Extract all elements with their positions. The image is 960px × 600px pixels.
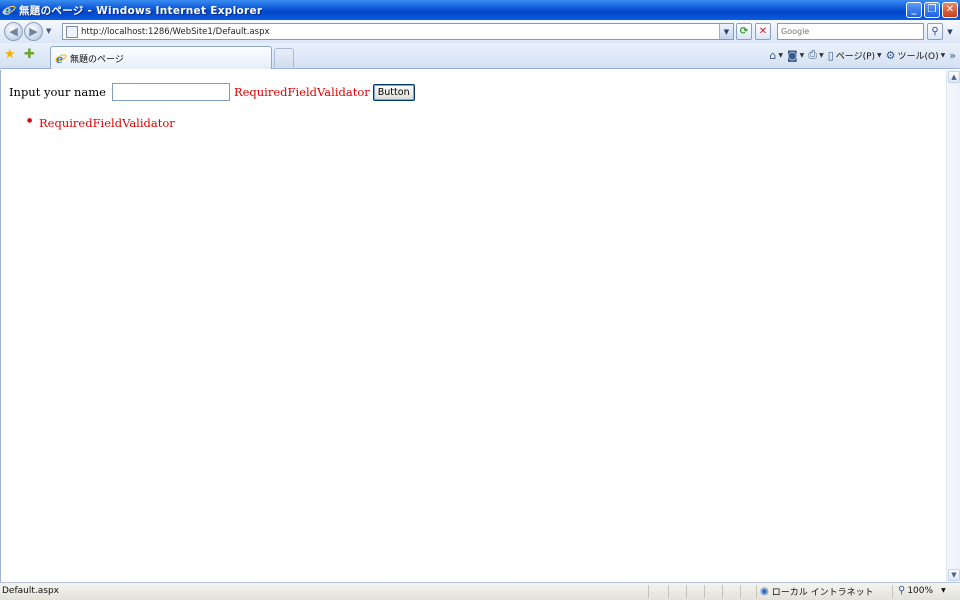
home-icon: ⌂ — [769, 48, 777, 62]
status-bar: Default.aspx ◉ ローカル イントラネット ⚲ 100% ▼ — [0, 582, 960, 600]
forward-arrow-icon: ▶ — [29, 25, 38, 38]
rss-feed-icon: ◙ — [786, 48, 798, 62]
tools-menu-button[interactable]: ⚙ ツール(O) ▼ — [886, 49, 946, 62]
page-icon — [66, 25, 78, 38]
refresh-button[interactable]: ⟳ — [736, 23, 752, 40]
tab-bar: ★ ✚ e 無題のページ ⌂ ▼ ◙ ▼ ⎙ ▼ ▯ ページ(P) ▼ ⚙ ツール(O… — [0, 43, 960, 69]
back-button[interactable]: ◀ — [4, 22, 23, 41]
minimize-button[interactable]: _ — [906, 2, 922, 18]
back-arrow-icon: ◀ — [9, 25, 18, 38]
refresh-icon: ⟳ — [739, 26, 749, 37]
security-zone-label: ローカル イントラネット — [771, 588, 874, 598]
chevron-down-icon: ▼ — [941, 587, 946, 594]
favorites-star-icon[interactable]: ★ — [4, 47, 16, 62]
security-zone[interactable]: ◉ ローカル イントラネット — [760, 585, 874, 598]
vertical-scrollbar[interactable]: ▲ ▼ — [946, 70, 960, 582]
chevron-up-icon: ▲ — [951, 73, 957, 81]
tools-menu-label: ツール(O) — [897, 51, 939, 62]
submit-button[interactable]: Button — [372, 83, 415, 101]
validation-summary: RequiredFieldValidator — [27, 116, 175, 130]
search-button[interactable]: ⚲ — [927, 23, 943, 40]
required-field-validator: RequiredFieldValidator — [233, 85, 370, 99]
printer-icon: ⎙ — [808, 48, 818, 61]
scroll-down-button[interactable]: ▼ — [948, 569, 960, 581]
chevron-down-icon: ▼ — [723, 27, 730, 36]
gear-icon: ⚙ — [885, 48, 896, 62]
search-options-dropdown[interactable]: ▼ — [944, 23, 956, 40]
status-divider — [648, 585, 649, 598]
name-label: Input your name — [9, 85, 106, 99]
status-divider — [668, 585, 669, 598]
chevron-down-icon: ▼ — [778, 51, 783, 59]
status-divider — [740, 585, 741, 598]
more-commands-button[interactable]: » — [949, 49, 956, 62]
svg-text:e: e — [56, 53, 63, 64]
print-button[interactable]: ⎙ ▼ — [808, 48, 823, 62]
window-title: 無題のページ - Windows Internet Explorer — [19, 4, 263, 17]
name-input[interactable] — [111, 83, 230, 101]
add-favorite-icon[interactable]: ✚ — [24, 47, 35, 62]
status-text: Default.aspx — [2, 586, 59, 596]
validation-summary-item: RequiredFieldValidator — [27, 116, 175, 130]
chevron-down-icon: ▼ — [799, 51, 805, 59]
close-button[interactable]: ✕ — [942, 2, 958, 18]
name-form: Input your name RequiredFieldValidator B… — [9, 83, 415, 101]
new-tab-button[interactable] — [274, 48, 294, 67]
chevron-double-right-icon: » — [949, 48, 956, 62]
status-divider — [756, 585, 757, 598]
status-divider — [704, 585, 705, 598]
scroll-up-button[interactable]: ▲ — [948, 71, 960, 83]
address-url[interactable]: http://localhost:1286/WebSite1/Default.a… — [81, 27, 270, 37]
tab-untitled-page[interactable]: e 無題のページ — [50, 46, 272, 69]
chevron-down-icon: ▼ — [951, 571, 957, 579]
status-divider — [892, 585, 893, 598]
page-menu-button[interactable]: ▯ ページ(P) ▼ — [828, 49, 882, 62]
address-dropdown-button[interactable]: ▼ — [719, 24, 733, 39]
zoom-level: 100% — [907, 585, 934, 596]
zoom-control[interactable]: ⚲ 100% ▼ — [898, 585, 946, 596]
stop-button[interactable]: ✕ — [755, 23, 771, 40]
stop-icon: ✕ — [758, 26, 768, 37]
feeds-button[interactable]: ◙ ▼ — [787, 49, 804, 62]
chevron-down-icon: ▼ — [940, 51, 946, 59]
search-box[interactable] — [777, 23, 924, 40]
command-bar: ⌂ ▼ ◙ ▼ ⎙ ▼ ▯ ページ(P) ▼ ⚙ ツール(O) ▼ » — [769, 48, 956, 62]
intranet-globe-icon: ◉ — [760, 586, 769, 597]
page-icon: ▯ — [827, 48, 834, 62]
address-bar[interactable]: http://localhost:1286/WebSite1/Default.a… — [62, 23, 734, 40]
tab-label: 無題のページ — [70, 54, 124, 65]
internet-explorer-icon: e — [2, 4, 16, 17]
page-menu-label: ページ(P) — [835, 51, 876, 62]
recent-pages-dropdown[interactable]: ▼ — [46, 27, 51, 35]
svg-text:e: e — [3, 4, 11, 17]
search-input[interactable] — [781, 27, 923, 36]
maximize-button[interactable]: ❐ — [924, 2, 940, 18]
home-button[interactable]: ⌂ ▼ — [769, 49, 783, 62]
page-content: Input your name RequiredFieldValidator B… — [0, 70, 946, 582]
chevron-down-icon: ▼ — [877, 51, 882, 59]
search-icon: ⚲ — [931, 26, 939, 37]
status-divider — [686, 585, 687, 598]
status-divider — [722, 585, 723, 598]
window-titlebar[interactable]: e 無題のページ - Windows Internet Explorer _ ❐… — [0, 0, 960, 20]
forward-button[interactable]: ▶ — [24, 22, 43, 41]
zoom-magnifier-icon: ⚲ — [898, 585, 906, 596]
window-controls: _ ❐ ✕ — [906, 2, 958, 18]
internet-explorer-icon: e — [55, 53, 67, 64]
chevron-down-icon: ▼ — [819, 51, 824, 59]
navigation-bar: ◀ ▶ ▼ http://localhost:1286/WebSite1/Def… — [0, 20, 960, 43]
